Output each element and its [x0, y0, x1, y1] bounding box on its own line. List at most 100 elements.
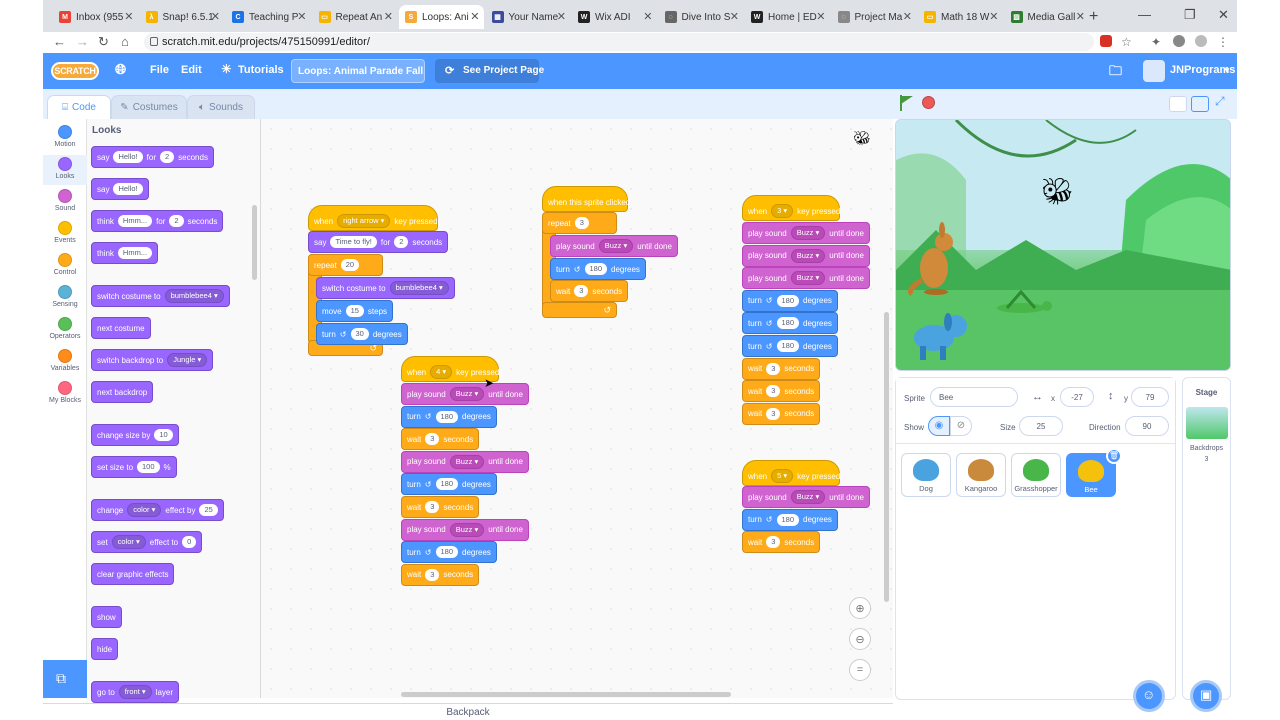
- say-block[interactable]: say Hello!: [91, 178, 149, 200]
- language-globe-icon[interactable]: 🌐︎: [115, 61, 126, 78]
- sound-dropdown[interactable]: Buzz ▾: [449, 387, 485, 401]
- close-tab-icon[interactable]: ✕: [730, 10, 739, 23]
- extension-icon[interactable]: [1100, 35, 1112, 47]
- backdrop-dropdown[interactable]: Jungle ▾: [167, 353, 208, 367]
- url-input[interactable]: scratch.mit.edu/projects/475150991/edito…: [144, 33, 1094, 51]
- block-input[interactable]: 2: [394, 236, 409, 248]
- turn-block[interactable]: turn ↺ 180 degrees: [742, 335, 838, 357]
- hide-sprite-eye-icon[interactable]: ⊘: [950, 416, 972, 436]
- browser-tab[interactable]: ◌ Dive Into S ✕: [659, 5, 744, 29]
- category-looks[interactable]: Looks: [43, 155, 87, 185]
- block-input[interactable]: 3: [574, 285, 589, 297]
- play-sound-until-done-block[interactable]: play sound Buzz ▾ until done: [401, 518, 529, 541]
- home-icon[interactable]: ⌂: [121, 34, 129, 49]
- turn-block[interactable]: turn ↺ 180 degrees: [401, 405, 497, 428]
- block-input[interactable]: 30: [350, 328, 369, 340]
- set-effect-block[interactable]: set color ▾ effect to 0: [91, 531, 203, 553]
- switch-backdrop-block[interactable]: switch backdrop to Jungle ▾: [91, 349, 214, 371]
- block-input[interactable]: 180: [435, 410, 459, 423]
- size-input[interactable]: 25: [1019, 416, 1063, 436]
- block-input[interactable]: 180: [776, 340, 800, 352]
- reload-icon[interactable]: ↻: [98, 34, 109, 50]
- category-sensing[interactable]: Sensing: [43, 283, 87, 313]
- sound-dropdown[interactable]: Buzz ▾: [790, 248, 826, 263]
- when-key-hat-block[interactable]: when right arrow ▾ key pressed: [308, 205, 438, 231]
- wait-block[interactable]: wait 3 seconds: [742, 357, 821, 380]
- next-backdrop-block[interactable]: next backdrop: [91, 381, 154, 403]
- workspace-horizontal-scrollbar[interactable]: [401, 692, 731, 697]
- block-input[interactable]: 180: [776, 294, 800, 307]
- browser-tab[interactable]: λ Snap! 6.5.1 ✕: [140, 5, 225, 29]
- wait-block[interactable]: wait 3 seconds: [742, 531, 821, 554]
- minimize-icon[interactable]: —: [1138, 7, 1151, 22]
- sound-dropdown[interactable]: Buzz ▾: [449, 522, 485, 537]
- play-sound-until-done-block[interactable]: play sound Buzz ▾ until done: [742, 486, 870, 508]
- say-for-block[interactable]: say Hello! for 2 seconds: [91, 146, 214, 168]
- turn-block[interactable]: turn ↺ 180 degrees: [742, 312, 838, 335]
- browser-tab[interactable]: ◌ Project Ma ✕: [832, 5, 917, 29]
- close-tab-icon[interactable]: ✕: [211, 10, 220, 23]
- edit-menu[interactable]: Edit: [181, 64, 202, 76]
- block-input[interactable]: 180: [435, 478, 459, 491]
- turn-block[interactable]: turn ↺ 180 degrees: [550, 258, 646, 280]
- direction-input[interactable]: 90: [1125, 416, 1169, 436]
- wait-block[interactable]: wait 3 seconds: [401, 563, 480, 586]
- category-my-blocks[interactable]: My Blocks: [43, 379, 87, 409]
- turn-block[interactable]: turn ↺ 180 degrees: [401, 541, 497, 564]
- costume-dropdown[interactable]: bumblebee4 ▾: [389, 281, 449, 295]
- layer-dropdown[interactable]: front ▾: [118, 685, 152, 699]
- close-tab-icon[interactable]: ✕: [816, 10, 825, 23]
- key-dropdown[interactable]: right arrow ▾: [337, 214, 391, 228]
- more-menu-icon[interactable]: ⋮: [1217, 35, 1229, 49]
- sound-dropdown[interactable]: Buzz ▾: [598, 239, 634, 253]
- play-sound-until-done-block[interactable]: play sound Buzz ▾ until done: [742, 244, 870, 267]
- browser-tab[interactable]: C Teaching P ✕: [226, 5, 311, 29]
- palette-scrollbar[interactable]: [252, 205, 257, 280]
- effect-dropdown[interactable]: color ▾: [127, 503, 162, 517]
- wait-block[interactable]: wait 3 seconds: [401, 428, 480, 451]
- dog-sprite[interactable]: [904, 310, 976, 362]
- category-events[interactable]: Events: [43, 219, 87, 249]
- show-sprite-eye-icon[interactable]: ◉: [928, 416, 950, 436]
- delete-sprite-icon[interactable]: 🗑︎: [1106, 448, 1122, 464]
- switch-costume-block[interactable]: switch costume to bumblebee4 ▾: [316, 277, 455, 299]
- sprite-name-input[interactable]: Bee: [930, 387, 1018, 407]
- block-input[interactable]: Time to fly!: [330, 236, 377, 248]
- costume-dropdown[interactable]: bumblebee4 ▾: [164, 289, 224, 303]
- browser-tab[interactable]: ▦ Your Name ✕: [486, 5, 571, 29]
- turn-block[interactable]: turn ↺ 180 degrees: [742, 508, 838, 531]
- block-input[interactable]: 2: [159, 151, 175, 163]
- block-input[interactable]: 10: [154, 429, 173, 441]
- go-to-layer-block[interactable]: go to front ▾ layer: [91, 681, 180, 703]
- block-input[interactable]: 180: [435, 546, 459, 559]
- maximize-icon[interactable]: ❐: [1184, 7, 1196, 23]
- browser-tab[interactable]: ▨ Media Gall ✕: [1005, 5, 1090, 29]
- small-stage-icon[interactable]: [1169, 96, 1187, 112]
- wait-block[interactable]: wait 3 seconds: [742, 380, 821, 403]
- backdrop-thumbnail[interactable]: [1185, 407, 1228, 439]
- category-sound[interactable]: Sound: [43, 187, 87, 217]
- clear-effects-block[interactable]: clear graphic effects: [91, 563, 175, 585]
- block-input[interactable]: 3: [766, 407, 781, 420]
- puzzle-icon[interactable]: ✦: [1151, 35, 1163, 49]
- my-stuff-folder-icon[interactable]: 🗀: [1109, 62, 1122, 84]
- show-block[interactable]: show: [91, 606, 122, 628]
- tab-code[interactable]: ⌸ Code: [47, 95, 111, 119]
- next-costume-block[interactable]: next costume: [91, 317, 151, 339]
- chevron-down-icon[interactable]: ▼: [1223, 66, 1231, 75]
- block-input[interactable]: 3: [766, 536, 781, 549]
- block-input[interactable]: 3: [766, 385, 781, 398]
- zoom-in-button[interactable]: ⊕: [849, 597, 871, 619]
- wait-block[interactable]: wait 3 seconds: [550, 280, 629, 302]
- block-input[interactable]: Hmm...: [117, 247, 153, 259]
- close-tab-icon[interactable]: ✕: [384, 10, 393, 23]
- choose-backdrop-button[interactable]: ▣: [1190, 680, 1222, 712]
- browser-tab[interactable]: W Home | ED ✕: [745, 5, 830, 29]
- play-sound-until-done-block[interactable]: play sound Buzz ▾ until done: [742, 222, 870, 244]
- when-key-hat-block[interactable]: when 3 ▾ key pressed: [742, 195, 840, 221]
- set-size-block[interactable]: set size to 100%: [91, 456, 177, 478]
- back-icon[interactable]: ←: [53, 34, 66, 49]
- play-sound-until-done-block[interactable]: play sound Buzz ▾ until done: [742, 267, 870, 290]
- star-icon[interactable]: ☆: [1121, 35, 1133, 49]
- project-title-input[interactable]: Loops: Animal Parade Fall...: [291, 59, 425, 83]
